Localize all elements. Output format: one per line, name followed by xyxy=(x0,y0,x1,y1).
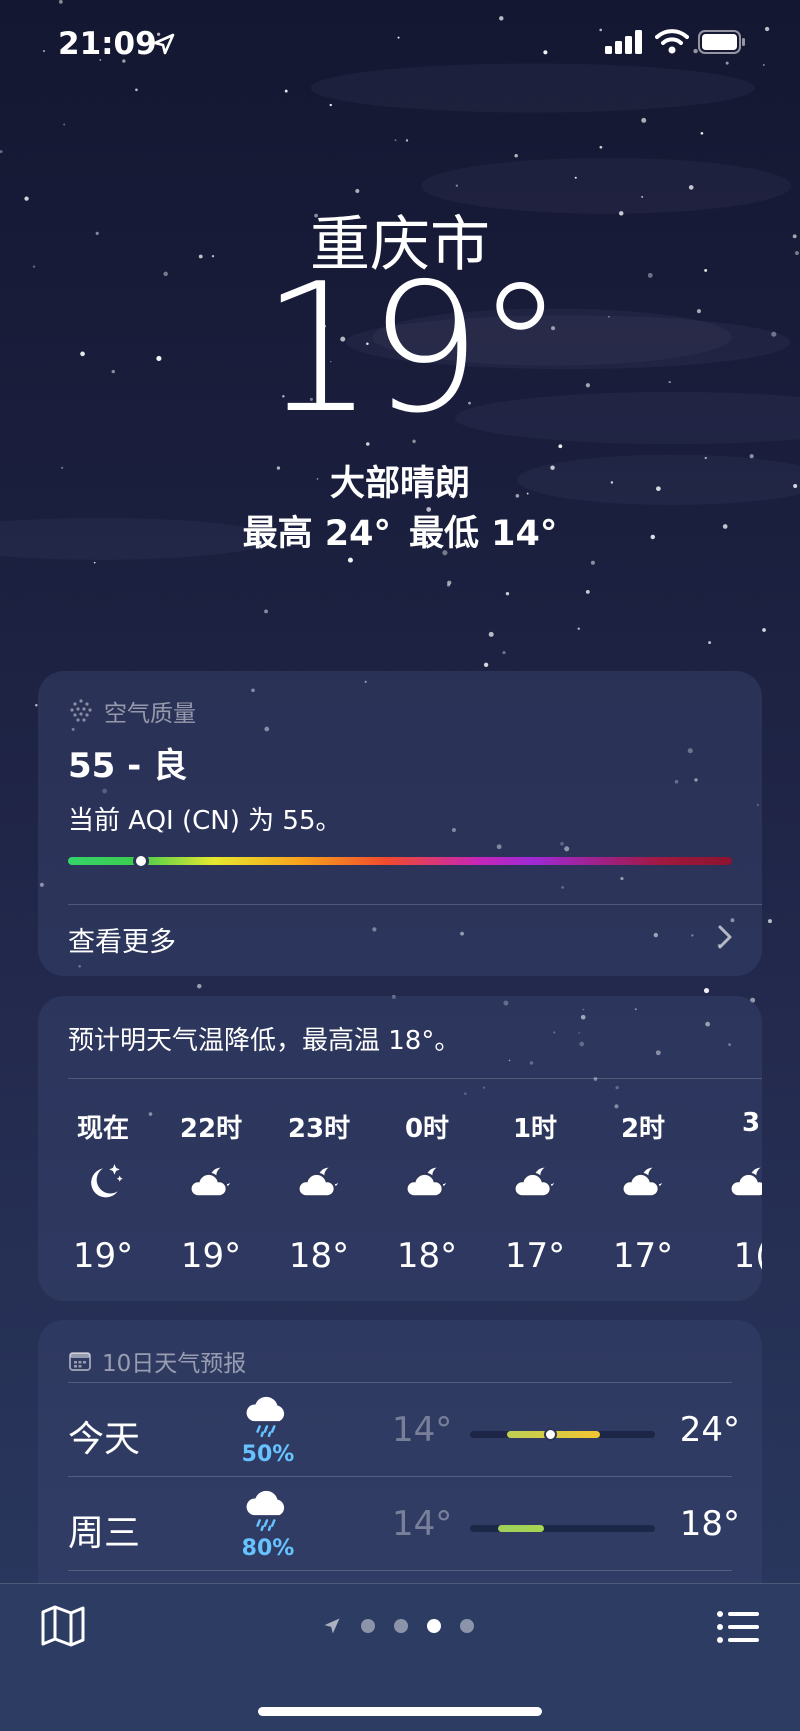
aqi-indicator xyxy=(133,853,150,869)
cloud-rain-icon xyxy=(246,1396,285,1438)
map-icon[interactable] xyxy=(40,1604,86,1648)
star xyxy=(93,561,96,564)
star xyxy=(488,631,494,637)
hourly-divider xyxy=(68,1078,762,1079)
star xyxy=(558,444,563,449)
star xyxy=(483,662,489,667)
star xyxy=(585,590,590,594)
list-icon[interactable] xyxy=(716,1610,760,1644)
current-temperature: 19° xyxy=(261,245,565,452)
star xyxy=(708,641,712,645)
star xyxy=(700,131,704,135)
day-high-temp: 18° xyxy=(679,1504,740,1544)
aqi-value: 55 - 良 xyxy=(68,746,188,786)
star xyxy=(703,987,710,994)
star xyxy=(502,650,506,655)
star xyxy=(63,123,66,126)
high-temperature: 最高 24° xyxy=(242,514,391,554)
location-arrow-icon xyxy=(153,33,175,55)
wifi-icon xyxy=(655,29,689,54)
home-indicator[interactable] xyxy=(258,1707,542,1716)
star xyxy=(347,557,353,563)
day-low-temp: 14° xyxy=(392,1410,453,1450)
daily-divider-top xyxy=(68,1382,732,1383)
star xyxy=(577,627,580,630)
weather-condition: 大部晴朗 xyxy=(329,464,470,504)
hourly-summary: 预计明天气温降低，最高温 18°。 xyxy=(68,1026,461,1056)
temp-range-fill xyxy=(497,1525,544,1532)
day-high-temp: 24° xyxy=(679,1410,740,1450)
low-temperature: 最低 14° xyxy=(409,514,558,554)
air-quality-label: 空气质量 xyxy=(104,701,196,727)
star xyxy=(329,103,332,107)
star xyxy=(514,154,518,158)
page-dot[interactable] xyxy=(460,1619,474,1633)
status-time: 21:09 xyxy=(58,26,157,62)
star xyxy=(505,591,510,596)
star xyxy=(355,189,360,194)
star xyxy=(762,628,766,632)
temp-range-track xyxy=(470,1525,655,1532)
air-quality-header: 空气质量 xyxy=(68,694,196,728)
star xyxy=(574,176,577,179)
star xyxy=(284,89,288,93)
star xyxy=(264,609,268,614)
temp-range-track xyxy=(470,1428,655,1441)
daily-divider xyxy=(68,1570,732,1571)
precipitation-chance: 80% xyxy=(241,1536,295,1561)
page-indicator[interactable] xyxy=(322,1616,474,1636)
day-weather-icon: 80% xyxy=(238,1488,298,1561)
page-dot[interactable] xyxy=(361,1619,375,1633)
star xyxy=(447,580,452,585)
location-arrow-icon[interactable] xyxy=(322,1616,342,1636)
aqi-gradient-bar xyxy=(68,857,732,865)
current-temp-dot xyxy=(543,1428,557,1441)
battery-icon xyxy=(698,30,745,54)
chevron-right-icon[interactable] xyxy=(716,924,734,950)
star xyxy=(405,139,409,142)
star xyxy=(590,560,595,565)
high-low: 最高 24° 最低 14° xyxy=(0,505,800,556)
ten-day-header: 10日天气预报 xyxy=(68,1344,246,1378)
day-weather-icon: 50% xyxy=(238,1394,298,1467)
aqi-description: 当前 AQI (CN) 为 55。 xyxy=(68,806,342,836)
calendar-icon xyxy=(68,1349,92,1373)
star xyxy=(688,185,694,190)
day-name: 周三 xyxy=(68,1513,141,1554)
cloud-rain-icon xyxy=(246,1490,285,1532)
day-low-temp: 14° xyxy=(392,1504,453,1544)
star xyxy=(394,139,397,142)
star xyxy=(0,150,3,154)
aq-divider xyxy=(68,904,762,905)
page-dot[interactable] xyxy=(394,1619,408,1633)
star xyxy=(599,145,603,149)
daily-divider xyxy=(68,1476,732,1477)
star xyxy=(767,919,772,924)
star xyxy=(641,117,647,123)
precipitation-chance: 50% xyxy=(241,1442,295,1467)
status-bar: 21:09 xyxy=(0,0,800,90)
ten-day-label: 10日天气预报 xyxy=(102,1351,247,1377)
cellular-signal-icon xyxy=(605,30,642,54)
air-quality-icon xyxy=(68,698,94,724)
star xyxy=(455,184,459,187)
day-name: 今天 xyxy=(68,1419,141,1460)
star xyxy=(197,983,202,989)
see-more-link[interactable]: 查看更多 xyxy=(68,920,176,959)
page-dot[interactable] xyxy=(427,1619,441,1633)
